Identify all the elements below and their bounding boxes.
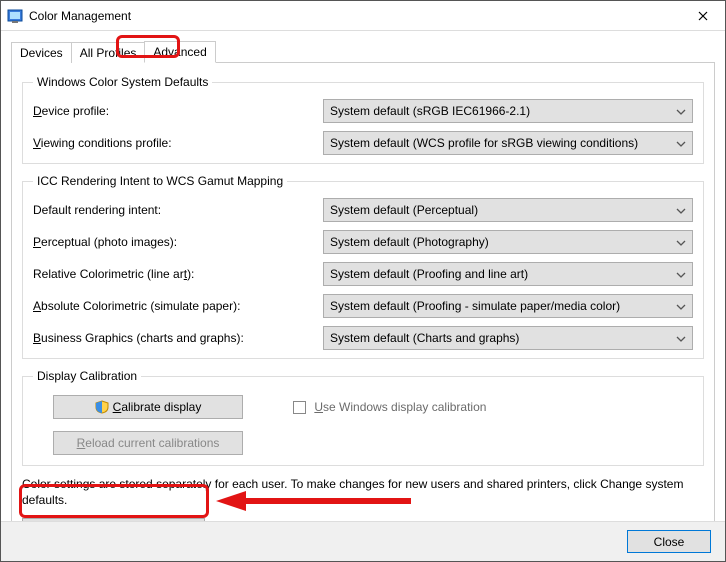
label-default-intent: Default rendering intent: <box>33 203 323 217</box>
calibrate-display-button[interactable]: Calibrate display <box>53 395 243 419</box>
label-viewing-conditions: Viewing conditions profile: <box>33 136 323 150</box>
select-value: System default (sRGB IEC61966-2.1) <box>330 104 530 118</box>
use-windows-calibration-checkbox[interactable]: Use Windows display calibration <box>293 400 486 414</box>
close-icon <box>698 11 708 21</box>
label-business: Business Graphics (charts and graphs): <box>33 331 323 345</box>
chevron-down-icon <box>676 238 686 248</box>
select-absolute[interactable]: System default (Proofing - simulate pape… <box>323 294 693 318</box>
chevron-down-icon <box>676 206 686 216</box>
select-default-intent[interactable]: System default (Perceptual) <box>323 198 693 222</box>
chevron-down-icon <box>676 139 686 149</box>
group-legend: Display Calibration <box>33 369 141 383</box>
select-perceptual[interactable]: System default (Photography) <box>323 230 693 254</box>
chevron-down-icon <box>676 270 686 280</box>
select-relative[interactable]: System default (Proofing and line art) <box>323 262 693 286</box>
label-device-profile: Device profile: <box>33 104 323 118</box>
select-viewing-conditions[interactable]: System default (WCS profile for sRGB vie… <box>323 131 693 155</box>
select-value: System default (WCS profile for sRGB vie… <box>330 136 638 150</box>
dialog-footer: Close <box>1 521 725 561</box>
chevron-down-icon <box>676 302 686 312</box>
shield-icon <box>95 400 109 414</box>
select-value: System default (Charts and graphs) <box>330 331 519 345</box>
select-value: System default (Perceptual) <box>330 203 478 217</box>
group-icc-rendering: ICC Rendering Intent to WCS Gamut Mappin… <box>22 174 704 359</box>
group-display-calibration: Display Calibration Calibrate display Us… <box>22 369 704 466</box>
group-legend: Windows Color System Defaults <box>33 75 212 89</box>
tab-advanced[interactable]: Advanced <box>144 41 215 63</box>
window-close-button[interactable] <box>681 1 725 30</box>
checkbox-icon <box>293 401 306 414</box>
chevron-down-icon <box>676 107 686 117</box>
app-icon <box>7 8 23 24</box>
label-relative: Relative Colorimetric (line art): <box>33 267 323 281</box>
select-device-profile[interactable]: System default (sRGB IEC61966-2.1) <box>323 99 693 123</box>
info-text: Color settings are stored separately for… <box>22 476 704 508</box>
reload-calibrations-button: Reload current calibrations <box>53 431 243 455</box>
color-management-window: Color Management Devices All Profiles Ad… <box>0 0 726 562</box>
close-button[interactable]: Close <box>627 530 711 553</box>
tab-panel-advanced: Windows Color System Defaults Device pro… <box>11 62 715 553</box>
tab-all-profiles[interactable]: All Profiles <box>71 42 146 63</box>
titlebar: Color Management <box>1 1 725 31</box>
select-value: System default (Photography) <box>330 235 489 249</box>
select-value: System default (Proofing - simulate pape… <box>330 299 620 313</box>
window-title: Color Management <box>29 9 681 23</box>
group-legend: ICC Rendering Intent to WCS Gamut Mappin… <box>33 174 287 188</box>
tab-strip: Devices All Profiles Advanced <box>11 39 715 63</box>
select-business[interactable]: System default (Charts and graphs) <box>323 326 693 350</box>
group-windows-color-defaults: Windows Color System Defaults Device pro… <box>22 75 704 164</box>
select-value: System default (Proofing and line art) <box>330 267 528 281</box>
label-perceptual: Perceptual (photo images): <box>33 235 323 249</box>
chevron-down-icon <box>676 334 686 344</box>
tab-devices[interactable]: Devices <box>11 42 72 63</box>
label-absolute: Absolute Colorimetric (simulate paper): <box>33 299 323 313</box>
